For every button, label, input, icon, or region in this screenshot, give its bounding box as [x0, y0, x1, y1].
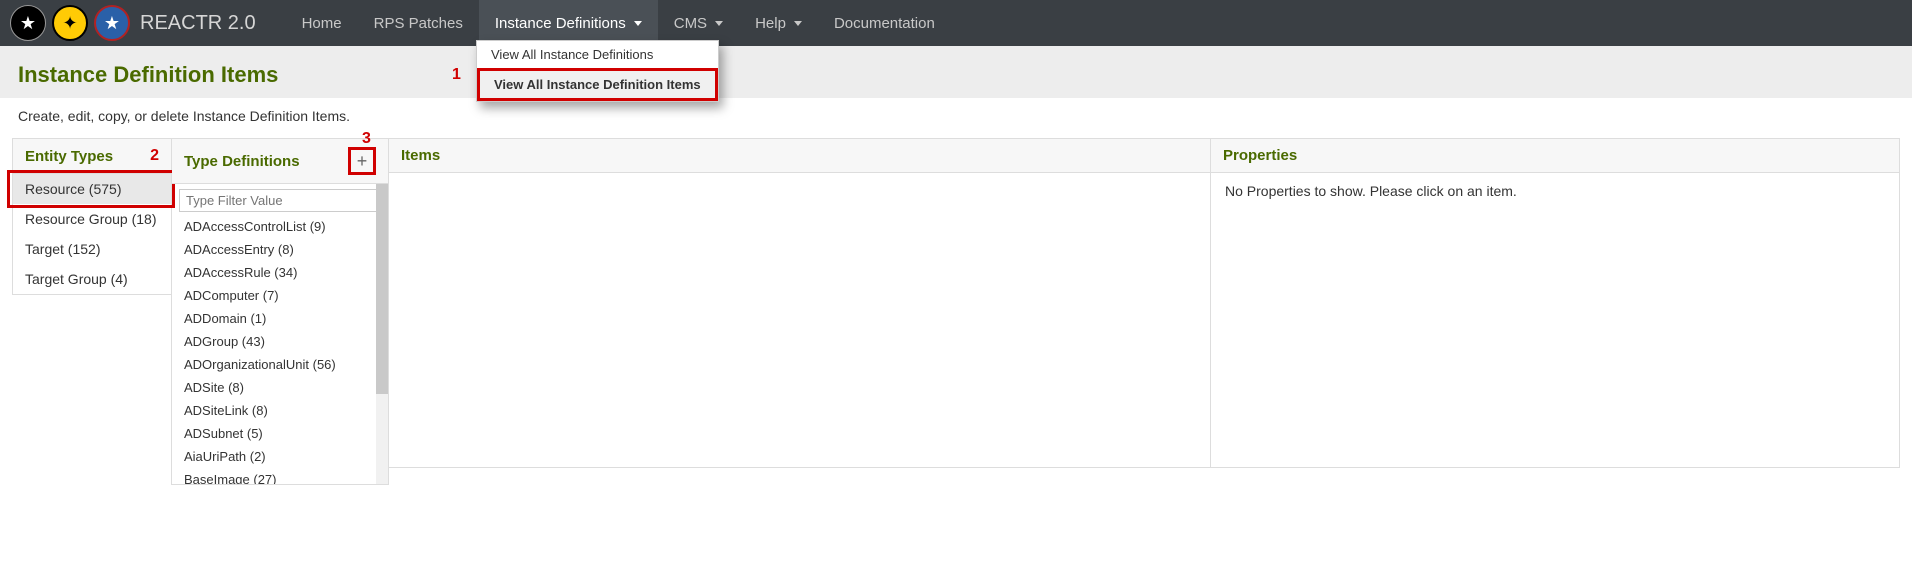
panels-row: Entity Types 2 Resource (575) Resource G… [0, 138, 1912, 505]
list-item-label: ADDomain (1) [184, 311, 266, 326]
top-navbar: ★ ✦ ★ REACTR 2.0 Home RPS Patches Instan… [0, 0, 1912, 46]
nav-label: Home [302, 15, 342, 32]
page-header: Instance Definition Items [0, 46, 1912, 98]
list-item-label: ADAccessEntry (8) [184, 242, 294, 257]
star-icon: ★ [20, 13, 36, 34]
nav-documentation[interactable]: Documentation [818, 0, 951, 46]
list-item-label: ADGroup (43) [184, 334, 265, 349]
typedef-item[interactable]: ADAccessControlList (9) [172, 215, 388, 238]
entity-types-header: Entity Types 2 [13, 139, 171, 174]
nav-label: Help [755, 15, 786, 32]
list-item-label: BaseImage (27) [184, 472, 277, 484]
panel-title: Entity Types [25, 148, 113, 165]
add-button-highlight: + [348, 147, 376, 175]
nav-home[interactable]: Home [286, 0, 358, 46]
typedef-item[interactable]: ADAccessRule (34) [172, 261, 388, 284]
star-icon: ★ [104, 13, 120, 34]
list-item-label: ADSiteLink (8) [184, 403, 268, 418]
nav-rps-patches[interactable]: RPS Patches [358, 0, 479, 46]
list-item-label: ADSite (8) [184, 380, 244, 395]
nav-label: RPS Patches [374, 15, 463, 32]
dropdown-label: View All Instance Definition Items [494, 77, 701, 92]
typedef-item[interactable]: ADComputer (7) [172, 284, 388, 307]
typedef-item[interactable]: BaseImage (27) [172, 468, 388, 484]
chevron-down-icon [634, 21, 642, 26]
items-panel: Items [388, 138, 1211, 468]
type-definitions-list: ADAccessControlList (9) ADAccessEntry (8… [172, 215, 388, 484]
list-item-label: Resource Group (18) [25, 211, 157, 227]
nav-label: Instance Definitions [495, 15, 626, 32]
list-item-label: Target (152) [25, 241, 100, 257]
dropdown-label: View All Instance Definitions [491, 47, 653, 62]
brand-title: REACTR 2.0 [140, 12, 256, 35]
annotation-3: 3 [362, 130, 371, 148]
panel-title: Type Definitions [184, 153, 300, 170]
page-subtitle: Create, edit, copy, or delete Instance D… [0, 98, 1912, 138]
entity-types-panel: Entity Types 2 Resource (575) Resource G… [12, 138, 172, 295]
annotation-2: 2 [150, 147, 159, 165]
chevron-down-icon [794, 21, 802, 26]
type-filter-input[interactable] [179, 189, 381, 212]
entity-type-item-target-group[interactable]: Target Group (4) [13, 264, 171, 294]
instance-definitions-dropdown: View All Instance Definitions View All I… [476, 40, 719, 102]
typedef-item[interactable]: ADAccessEntry (8) [172, 238, 388, 261]
list-item-label: ADSubnet (5) [184, 426, 263, 441]
scroll-thumb[interactable] [376, 184, 388, 394]
list-item-label: Resource (575) [25, 181, 122, 197]
typedef-item[interactable]: ADSiteLink (8) [172, 399, 388, 422]
list-item-label: ADOrganizationalUnit (56) [184, 357, 336, 372]
type-definitions-panel: Type Definitions + ADAccessControlList (… [171, 138, 389, 485]
org-logo-2: ★ [94, 5, 130, 41]
dropdown-item-view-all-defs[interactable]: View All Instance Definitions [477, 41, 718, 68]
typedef-item[interactable]: ADOrganizationalUnit (56) [172, 353, 388, 376]
panel-title: Items [401, 147, 440, 164]
properties-body: No Properties to show. Please click on a… [1211, 173, 1899, 209]
typedef-item[interactable]: ADGroup (43) [172, 330, 388, 353]
page-title: Instance Definition Items [18, 62, 1894, 88]
plus-icon: + [357, 152, 368, 170]
entity-type-item-target[interactable]: Target (152) [13, 234, 171, 264]
dropdown-item-view-all-def-items[interactable]: View All Instance Definition Items [477, 68, 718, 101]
list-item-label: AiaUriPath (2) [184, 449, 266, 464]
scrollbar[interactable] [376, 184, 388, 484]
nav-label: CMS [674, 15, 707, 32]
nav-help[interactable]: Help [739, 0, 818, 46]
logo-group: ★ ✦ ★ [10, 5, 130, 41]
typedef-item[interactable]: AiaUriPath (2) [172, 445, 388, 468]
items-header: Items [389, 139, 1210, 173]
typedef-item[interactable]: ADSubnet (5) [172, 422, 388, 445]
org-logo-1: ✦ [52, 5, 88, 41]
properties-panel: Properties No Properties to show. Please… [1210, 138, 1900, 468]
annotation-1: 1 [452, 66, 461, 84]
typedef-item[interactable]: ADSite (8) [172, 376, 388, 399]
chevron-down-icon [715, 21, 723, 26]
type-definitions-header: Type Definitions + [172, 139, 388, 184]
list-item-label: Target Group (4) [25, 271, 128, 287]
list-item-label: ADComputer (7) [184, 288, 279, 303]
panel-title: Properties [1223, 147, 1297, 164]
entity-types-list: Resource (575) Resource Group (18) Targe… [13, 174, 171, 294]
us-army-logo: ★ [10, 5, 46, 41]
type-definitions-body: ADAccessControlList (9) ADAccessEntry (8… [172, 184, 388, 484]
list-item-label: ADAccessControlList (9) [184, 219, 326, 234]
properties-empty-text: No Properties to show. Please click on a… [1225, 183, 1517, 199]
properties-header: Properties [1211, 139, 1899, 173]
entity-type-item-resource-group[interactable]: Resource Group (18) [13, 204, 171, 234]
star-icon: ✦ [62, 13, 77, 34]
add-type-definition-button[interactable]: + [351, 150, 373, 172]
entity-type-item-resource[interactable]: Resource (575) [13, 174, 171, 204]
typedef-item[interactable]: ADDomain (1) [172, 307, 388, 330]
nav-label: Documentation [834, 15, 935, 32]
list-item-label: ADAccessRule (34) [184, 265, 297, 280]
